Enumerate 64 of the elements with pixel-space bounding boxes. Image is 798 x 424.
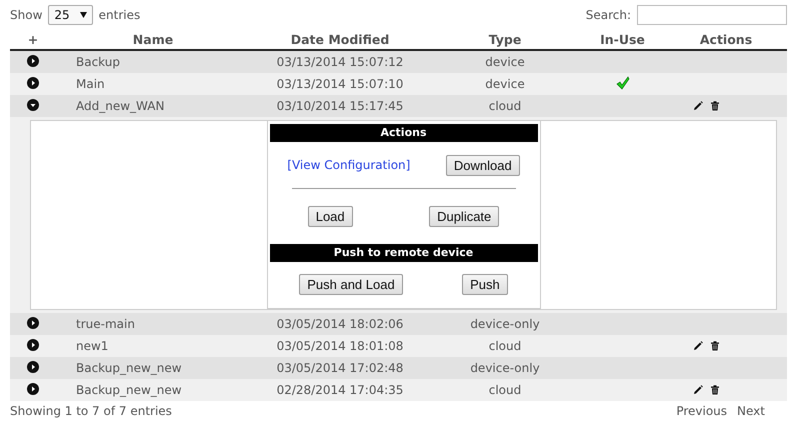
name-cell: new1 bbox=[76, 339, 108, 353]
name-cell: Backup bbox=[76, 55, 120, 69]
table-row[interactable]: Backup_new_new 02/28/2014 17:04:35 cloud bbox=[10, 379, 787, 401]
table-row[interactable]: new1 03/05/2014 18:01:08 cloud bbox=[10, 335, 787, 357]
column-header[interactable]: Name bbox=[56, 32, 250, 47]
table-row[interactable]: Backup_new_new 03/05/2014 17:02:48 device-only bbox=[10, 357, 787, 379]
type-cell: device bbox=[485, 77, 525, 91]
column-header[interactable]: Date Modified bbox=[250, 32, 430, 47]
pager-link[interactable]: Previous bbox=[676, 404, 728, 418]
show-label: Show bbox=[10, 8, 42, 22]
name-cell: Main bbox=[76, 77, 105, 91]
expand-icon[interactable] bbox=[27, 316, 39, 328]
edit-icon[interactable] bbox=[693, 385, 703, 395]
name-cell: Add_new_WAN bbox=[76, 99, 164, 113]
date-cell: 03/10/2014 15:17:45 bbox=[276, 99, 404, 113]
date-cell: 03/13/2014 15:07:10 bbox=[276, 77, 404, 91]
table-row[interactable]: Backup 03/13/2014 15:07:12 device bbox=[10, 51, 787, 73]
type-cell: device-only bbox=[470, 317, 540, 331]
name-cell: Backup_new_new bbox=[76, 361, 182, 375]
search-field[interactable] bbox=[637, 5, 787, 25]
pager-link[interactable]: Next bbox=[737, 404, 765, 418]
load-button[interactable]: Load bbox=[308, 206, 353, 226]
delete-icon[interactable] bbox=[710, 385, 720, 395]
caret-icon bbox=[80, 12, 87, 18]
column-header[interactable]: In-Use bbox=[580, 32, 665, 47]
section-header: Actions bbox=[270, 124, 538, 142]
column-header[interactable]: Actions bbox=[665, 32, 787, 47]
delete-icon[interactable] bbox=[710, 101, 720, 111]
edit-icon[interactable] bbox=[693, 101, 703, 111]
edit-icon[interactable] bbox=[693, 341, 703, 351]
column-header[interactable]: Type bbox=[430, 32, 580, 47]
date-cell: 03/05/2014 18:01:08 bbox=[276, 339, 404, 353]
expand-icon[interactable] bbox=[27, 338, 39, 350]
page-size-select[interactable]: 25 bbox=[48, 5, 93, 25]
entries-label: entries bbox=[98, 8, 140, 22]
search-label: Search: bbox=[586, 8, 631, 22]
duplicate-button[interactable]: Duplicate bbox=[429, 206, 500, 226]
date-cell: 03/13/2014 15:07:12 bbox=[276, 55, 404, 69]
table-row[interactable]: Add_new_WAN 03/10/2014 15:17:45 cloud bbox=[10, 95, 787, 117]
date-cell: 02/28/2014 17:04:35 bbox=[276, 383, 404, 397]
column-header[interactable]: + bbox=[10, 32, 56, 47]
download-button[interactable]: Download bbox=[446, 154, 520, 176]
name-cell: Backup_new_new bbox=[76, 383, 182, 397]
type-cell: cloud bbox=[488, 99, 522, 113]
expand-icon[interactable] bbox=[27, 54, 39, 66]
date-cell: 03/05/2014 18:02:06 bbox=[276, 317, 404, 331]
expand-icon[interactable] bbox=[27, 360, 39, 372]
type-cell: device bbox=[485, 55, 525, 69]
expand-icon[interactable] bbox=[27, 98, 39, 110]
section-header: Push to remote device bbox=[270, 244, 538, 262]
delete-icon[interactable] bbox=[710, 341, 720, 351]
push-button[interactable]: Push bbox=[462, 274, 508, 294]
expand-icon[interactable] bbox=[27, 76, 39, 88]
push-and-load-button[interactable]: Push and Load bbox=[299, 274, 403, 294]
expand-icon[interactable] bbox=[27, 382, 39, 394]
type-cell: device-only bbox=[470, 361, 540, 375]
entries-info: Showing 1 to 7 of 7 entries bbox=[10, 404, 172, 418]
view-configuration-link[interactable]: [View Configuration] bbox=[287, 158, 410, 172]
type-cell: cloud bbox=[488, 383, 522, 397]
table-row[interactable]: true-main 03/05/2014 18:02:06 device-only bbox=[10, 313, 787, 335]
type-cell: cloud bbox=[488, 339, 522, 353]
table-row[interactable]: Main 03/13/2014 15:07:10 device bbox=[10, 73, 787, 95]
date-cell: 03/05/2014 17:02:48 bbox=[276, 361, 404, 375]
name-cell: true-main bbox=[76, 317, 135, 331]
